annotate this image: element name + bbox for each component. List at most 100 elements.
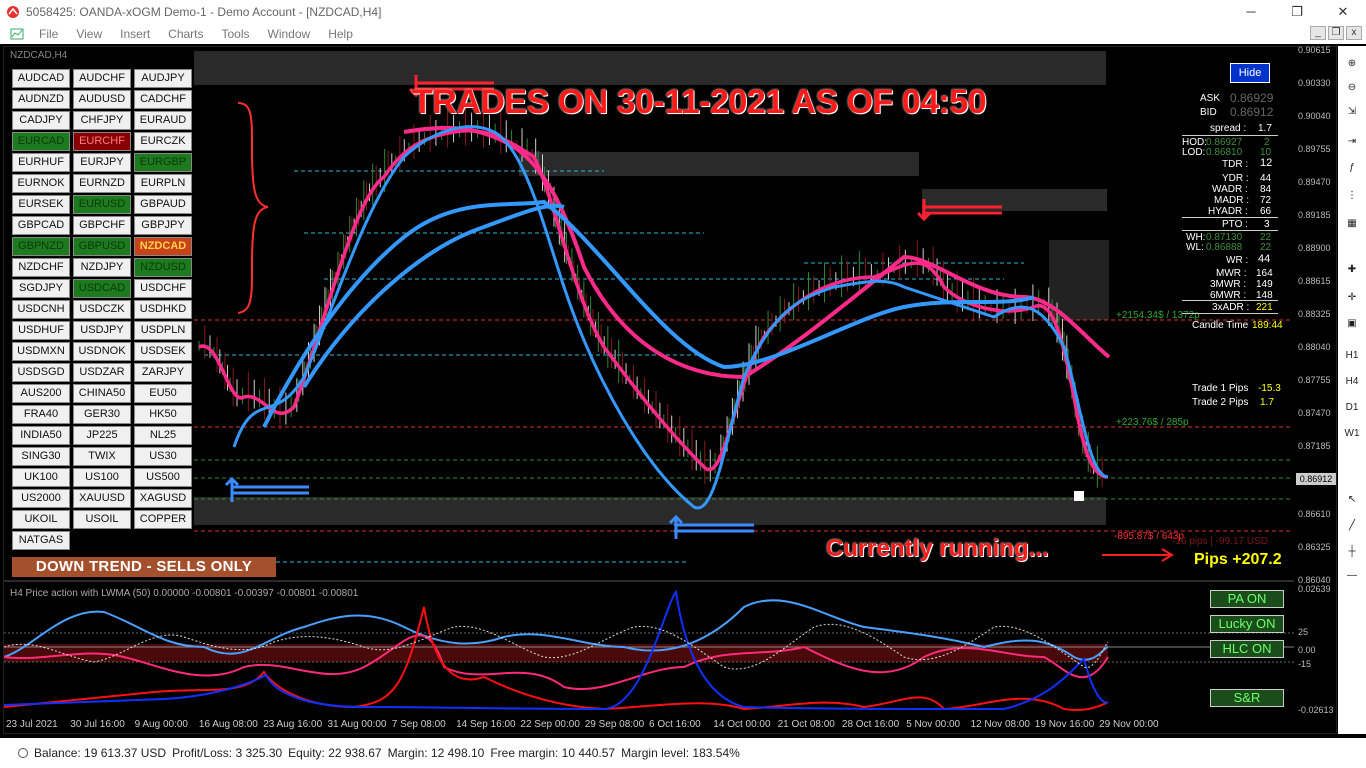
symbol-button-audusd[interactable]: AUDUSD xyxy=(73,90,131,109)
mdi-minimize-button[interactable]: _ xyxy=(1310,26,1326,40)
symbol-button-euraud[interactable]: EURAUD xyxy=(134,111,192,130)
symbol-button-usdcnh[interactable]: USDCNH xyxy=(12,300,70,319)
symbol-button-gbpusd[interactable]: GBPUSD xyxy=(73,237,131,256)
symbol-button-xauusd[interactable]: XAUUSD xyxy=(73,489,131,508)
symbol-button-audjpy[interactable]: AUDJPY xyxy=(134,69,192,88)
symbol-button-chfjpy[interactable]: CHFJPY xyxy=(73,111,131,130)
chart-window[interactable]: NZDCAD,H4 AUDCAD AUDCHF AUDJPY AUDNZD AUDUSD… xyxy=(3,45,1338,735)
menu-help[interactable]: Help xyxy=(319,27,362,41)
symbol-button-gbpaud[interactable]: GBPAUD xyxy=(134,195,192,214)
chart-shift-icon[interactable]: ⇥ xyxy=(1341,132,1363,152)
period-h4-button[interactable]: H4 xyxy=(1341,372,1363,392)
symbol-button-usdcad[interactable]: USDCAD xyxy=(73,279,131,298)
symbol-button-hk50[interactable]: HK50 xyxy=(134,405,192,424)
symbol-button-copper[interactable]: COPPER xyxy=(134,510,192,529)
symbol-button-aus200[interactable]: AUS200 xyxy=(12,384,70,403)
period-w1-button[interactable]: W1 xyxy=(1341,424,1363,444)
cursor-icon[interactable]: ↖ xyxy=(1341,490,1363,510)
symbol-button-eurhuf[interactable]: EURHUF xyxy=(12,153,70,172)
crosshair-icon[interactable]: ✛ xyxy=(1341,288,1363,308)
symbol-button-usdhkd[interactable]: USDHKD xyxy=(134,300,192,319)
symbol-button-nzdusd[interactable]: NZDUSD xyxy=(134,258,192,277)
zoom-out-icon[interactable]: ⊖ xyxy=(1341,78,1363,98)
symbol-button-usdnok[interactable]: USDNOK xyxy=(73,342,131,361)
lucky-toggle-button[interactable]: Lucky ON xyxy=(1210,615,1284,633)
symbol-button-usdchf[interactable]: USDCHF xyxy=(134,279,192,298)
symbol-button-nzdchf[interactable]: NZDCHF xyxy=(12,258,70,277)
symbol-button-eurjpy[interactable]: EURJPY xyxy=(73,153,131,172)
price-chart[interactable] xyxy=(4,47,1338,735)
hide-button[interactable]: Hide xyxy=(1230,63,1270,83)
close-button[interactable]: ✕ xyxy=(1320,0,1366,23)
symbol-button-usdhuf[interactable]: USDHUF xyxy=(12,321,70,340)
symbol-button-us500[interactable]: US500 xyxy=(134,468,192,487)
period-h1-button[interactable]: H1 xyxy=(1341,346,1363,366)
symbol-button-usoil[interactable]: USOIL xyxy=(73,510,131,529)
symbol-button-nl25[interactable]: NL25 xyxy=(134,426,192,445)
restore-button[interactable]: ❐ xyxy=(1274,0,1320,23)
vertical-line-icon[interactable]: ┼ xyxy=(1341,542,1363,562)
symbol-button-audnzd[interactable]: AUDNZD xyxy=(12,90,70,109)
symbol-button-usdsek[interactable]: USDSEK xyxy=(134,342,192,361)
symbol-button-jp225[interactable]: JP225 xyxy=(73,426,131,445)
symbol-button-usdsgd[interactable]: USDSGD xyxy=(12,363,70,382)
menu-file[interactable]: File xyxy=(30,27,67,41)
autoscroll-icon[interactable]: ⇲ xyxy=(1341,102,1363,122)
terminal-icon[interactable]: ▣ xyxy=(1341,314,1363,334)
symbol-button-nzdcad[interactable]: NZDCAD xyxy=(134,237,192,256)
symbol-button-usdmxn[interactable]: USDMXN xyxy=(12,342,70,361)
symbol-button-eurnzd[interactable]: EURNZD xyxy=(73,174,131,193)
symbol-button-gbpjpy[interactable]: GBPJPY xyxy=(134,216,192,235)
symbol-button-gbpchf[interactable]: GBPCHF xyxy=(73,216,131,235)
chart-window-icon[interactable] xyxy=(10,28,24,40)
mdi-restore-button[interactable]: ❐ xyxy=(1328,26,1344,40)
symbol-button-eursek[interactable]: EURSEK xyxy=(12,195,70,214)
trendline-icon[interactable]: ╱ xyxy=(1341,516,1363,536)
symbol-button-audcad[interactable]: AUDCAD xyxy=(12,69,70,88)
symbol-button-natgas[interactable]: NATGAS xyxy=(12,531,70,550)
symbol-button-eu50[interactable]: EU50 xyxy=(134,384,192,403)
menu-window[interactable]: Window xyxy=(259,27,320,41)
new-order-icon[interactable]: ✚ xyxy=(1341,260,1363,280)
mdi-close-button[interactable]: x xyxy=(1346,26,1362,40)
symbol-button-twix[interactable]: TWIX xyxy=(73,447,131,466)
indicators-icon[interactable]: ƒ xyxy=(1341,158,1363,178)
symbol-button-sgdjpy[interactable]: SGDJPY xyxy=(12,279,70,298)
symbol-button-audchf[interactable]: AUDCHF xyxy=(73,69,131,88)
period-separator-icon[interactable]: ⋮ xyxy=(1341,186,1363,206)
symbol-button-us2000[interactable]: US2000 xyxy=(12,489,70,508)
symbol-button-zarjpy[interactable]: ZARJPY xyxy=(134,363,192,382)
menu-tools[interactable]: Tools xyxy=(213,27,259,41)
horizontal-line-icon[interactable]: — xyxy=(1341,566,1363,586)
symbol-button-gbpcad[interactable]: GBPCAD xyxy=(12,216,70,235)
menu-charts[interactable]: Charts xyxy=(159,27,212,41)
symbol-button-xagusd[interactable]: XAGUSD xyxy=(134,489,192,508)
symbol-button-eurpln[interactable]: EURPLN xyxy=(134,174,192,193)
symbol-button-sing30[interactable]: SING30 xyxy=(12,447,70,466)
symbol-button-cadchf[interactable]: CADCHF xyxy=(134,90,192,109)
symbol-button-usdjpy[interactable]: USDJPY xyxy=(73,321,131,340)
menu-insert[interactable]: Insert xyxy=(111,27,159,41)
symbol-button-china50[interactable]: CHINA50 xyxy=(73,384,131,403)
minimize-button[interactable]: ─ xyxy=(1228,0,1274,23)
symbol-button-gbpnzd[interactable]: GBPNZD xyxy=(12,237,70,256)
symbol-button-fra40[interactable]: FRA40 xyxy=(12,405,70,424)
symbol-button-ger30[interactable]: GER30 xyxy=(73,405,131,424)
symbol-button-eurczk[interactable]: EURCZK xyxy=(134,132,192,151)
templates-icon[interactable]: ▦ xyxy=(1341,214,1363,234)
hlc-toggle-button[interactable]: HLC ON xyxy=(1210,640,1284,658)
symbol-button-usdczk[interactable]: USDCZK xyxy=(73,300,131,319)
menu-view[interactable]: View xyxy=(67,27,111,41)
symbol-button-eurusd[interactable]: EURUSD xyxy=(73,195,131,214)
symbol-button-usdzar[interactable]: USDZAR xyxy=(73,363,131,382)
sr-toggle-button[interactable]: S&R xyxy=(1210,689,1284,707)
symbol-button-uk100[interactable]: UK100 xyxy=(12,468,70,487)
symbol-button-eurnok[interactable]: EURNOK xyxy=(12,174,70,193)
symbol-button-us100[interactable]: US100 xyxy=(73,468,131,487)
zoom-in-icon[interactable]: ⊕ xyxy=(1341,54,1363,74)
symbol-button-ukoil[interactable]: UKOIL xyxy=(12,510,70,529)
symbol-button-eurchf[interactable]: EURCHF xyxy=(73,132,131,151)
symbol-button-nzdjpy[interactable]: NZDJPY xyxy=(73,258,131,277)
symbol-button-cadjpy[interactable]: CADJPY xyxy=(12,111,70,130)
period-d1-button[interactable]: D1 xyxy=(1341,398,1363,418)
